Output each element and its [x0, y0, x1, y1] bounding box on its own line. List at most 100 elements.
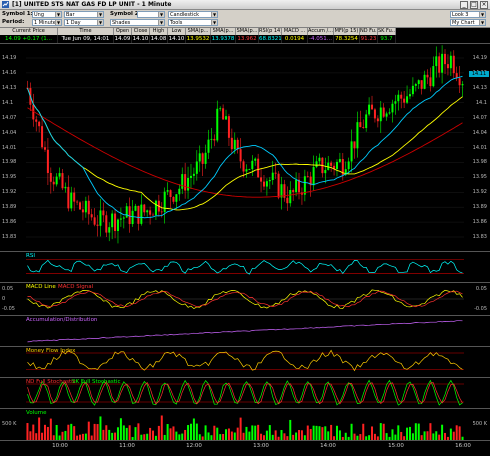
- candle-body: [73, 192, 76, 202]
- saved-chart-select[interactable]: My Chart ▼: [450, 19, 486, 26]
- stat-header[interactable]: High: [150, 28, 168, 35]
- stochastic-panel[interactable]: ND Full Stochastic SK Full Stochastic: [0, 377, 490, 407]
- look-select[interactable]: Look 3 ▼: [450, 11, 486, 18]
- price-tick-right: 14.01: [472, 144, 487, 151]
- chevron-down-icon[interactable]: ▼: [97, 12, 103, 17]
- candle-body: [55, 176, 58, 185]
- candle-body: [154, 200, 157, 215]
- stat-header[interactable]: Close: [132, 28, 150, 35]
- volume-bar: [119, 418, 122, 440]
- chart-type-select[interactable]: Bar ▼: [64, 11, 104, 18]
- chevron-down-icon[interactable]: ▼: [479, 12, 485, 17]
- volume-bar: [46, 426, 49, 440]
- stat-header[interactable]: SMA(p...: [211, 28, 236, 35]
- symbol2-input[interactable]: ▼: [137, 11, 165, 18]
- rsi-panel[interactable]: RSI: [0, 251, 490, 281]
- candle-body: [225, 116, 228, 120]
- volume-tick: 500 K: [2, 421, 17, 427]
- volume-bar: [187, 425, 190, 440]
- volume-bar: [330, 424, 333, 440]
- volume-bar: [233, 432, 236, 440]
- volume-bar: [455, 425, 458, 440]
- close-button[interactable]: ×: [480, 1, 488, 9]
- stat-header[interactable]: Accum /...: [308, 28, 334, 35]
- chevron-down-icon[interactable]: ▼: [211, 12, 217, 17]
- stat-header[interactable]: Time: [58, 28, 114, 35]
- stat-column: SMA(p... 13.9532: [186, 28, 211, 43]
- stat-header[interactable]: Current Price: [0, 28, 58, 35]
- tools-select[interactable]: Tools ▼: [168, 19, 218, 26]
- period-select[interactable]: 1 Minute ▼: [32, 19, 62, 26]
- minimize-button[interactable]: _: [460, 1, 468, 9]
- candle-body: [166, 190, 169, 192]
- volume-bar: [306, 425, 309, 440]
- stat-header[interactable]: MACD ...: [282, 28, 308, 35]
- candle-body: [61, 173, 64, 189]
- window-titlebar: [1] UNITED STS NAT GAS FD LP UNIT - 1 Mi…: [0, 0, 490, 10]
- macd-panel[interactable]: MACD Line MACD Signal 0.05 0 -0.05 0.05 …: [0, 282, 490, 314]
- stat-header[interactable]: SK Fu...: [378, 28, 396, 35]
- accumulation-panel[interactable]: Accumulation/Distribution: [0, 315, 490, 345]
- candle-body: [365, 114, 368, 128]
- stat-header[interactable]: SMA(p...: [186, 28, 211, 35]
- chevron-down-icon[interactable]: ▼: [55, 12, 61, 17]
- chevron-down-icon[interactable]: ▼: [479, 20, 485, 25]
- volume-panel[interactable]: Volume 500 K 500 K: [0, 408, 490, 440]
- volume-bar: [371, 426, 374, 440]
- candle-body: [131, 210, 134, 225]
- candle-body: [441, 53, 444, 73]
- candle-body: [35, 119, 38, 122]
- price-tick-right: 13.95: [472, 174, 487, 181]
- stat-header[interactable]: Open: [114, 28, 132, 35]
- candle-body: [181, 174, 184, 189]
- mfi-label: Money Flow Index: [26, 348, 76, 354]
- volume-bar: [49, 418, 52, 440]
- candle-body: [114, 213, 117, 232]
- shades-select[interactable]: Shades ▼: [110, 19, 165, 26]
- mfi-panel[interactable]: Money Flow Index: [0, 346, 490, 376]
- candle-body: [90, 214, 93, 218]
- candle-body: [119, 218, 122, 220]
- days-select[interactable]: 1 Day ▼: [64, 19, 104, 26]
- candle-body: [376, 118, 379, 122]
- chevron-down-icon[interactable]: ▼: [211, 20, 217, 25]
- volume-bar: [379, 423, 382, 440]
- volume-bar: [444, 432, 447, 440]
- stat-header[interactable]: MFI(p 15): [334, 28, 360, 35]
- candle-body: [41, 126, 44, 148]
- volume-bar: [184, 429, 187, 440]
- style-select[interactable]: Candlestick ▼: [168, 11, 218, 18]
- price-chart-panel[interactable]: 14.1914.1914.1614.1614.1314.1314.114.114…: [0, 43, 490, 250]
- symbol1-input[interactable]: Ung ▼: [32, 11, 62, 18]
- chevron-down-icon[interactable]: ▼: [158, 12, 164, 17]
- price-tick-right: 13.98: [472, 159, 487, 166]
- stat-header[interactable]: ND Fu...: [360, 28, 378, 35]
- volume-bar: [26, 423, 29, 440]
- candle-body: [67, 186, 70, 209]
- volume-bar: [67, 424, 70, 440]
- price-tick-right: 14.13: [472, 84, 487, 91]
- chevron-down-icon[interactable]: ▼: [55, 20, 61, 25]
- chevron-down-icon[interactable]: ▼: [97, 20, 103, 25]
- stat-header[interactable]: RSI(p 14): [259, 28, 282, 35]
- volume-bar: [149, 427, 152, 440]
- candle-body: [295, 179, 298, 193]
- candle-body: [184, 174, 187, 191]
- stat-header[interactable]: SMA(p...: [236, 28, 259, 35]
- stat-value: 91.23: [360, 35, 378, 43]
- candle-body: [207, 139, 210, 153]
- volume-bar: [32, 424, 35, 440]
- accumulation-line: [27, 320, 463, 343]
- maximize-button[interactable]: □: [470, 1, 478, 9]
- price-tick-left: 13.98: [2, 159, 17, 166]
- candle-body: [411, 85, 414, 95]
- volume-bar: [321, 427, 324, 440]
- candle-body: [444, 53, 447, 65]
- price-tick-left: 14.07: [2, 114, 17, 121]
- chevron-down-icon[interactable]: ▼: [158, 20, 164, 25]
- price-chart: [26, 45, 464, 244]
- stat-header[interactable]: Low: [168, 28, 186, 35]
- candle-body: [198, 153, 201, 162]
- stat-value: -4.051...: [308, 35, 334, 43]
- candle-body: [382, 107, 385, 117]
